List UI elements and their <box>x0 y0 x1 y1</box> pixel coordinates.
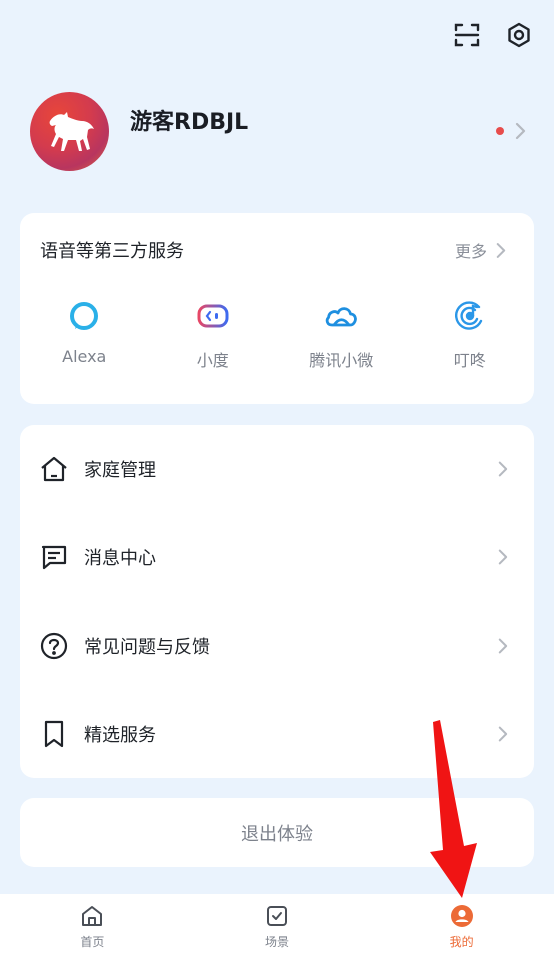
username: 游客RDBJL <box>130 110 249 135</box>
service-item-xiaodu[interactable]: 小度 <box>149 299 278 371</box>
scene-tab-icon <box>264 903 290 929</box>
service-label: 小度 <box>196 351 229 370</box>
service-item-alexa[interactable]: Alexa <box>20 299 149 371</box>
settings-icon[interactable] <box>504 20 534 50</box>
service-label: 叮咚 <box>453 351 486 370</box>
menu-label: 家庭管理 <box>84 460 156 481</box>
dingdong-icon <box>453 299 487 333</box>
chevron-right-icon <box>496 242 506 258</box>
chevron-right-icon <box>515 122 526 140</box>
profile-chevron[interactable] <box>496 122 526 140</box>
services-title: 语音等第三方服务 <box>40 241 184 262</box>
alexa-icon <box>67 299 101 333</box>
profile-tab-icon <box>449 903 475 929</box>
home-tab-icon <box>79 903 105 929</box>
tab-label: 我的 <box>449 935 474 949</box>
top-toolbar <box>452 20 534 50</box>
menu-label: 常见问题与反馈 <box>84 637 210 658</box>
message-icon <box>40 543 68 571</box>
tab-label: 场景 <box>265 935 290 949</box>
chevron-right-icon <box>498 638 508 654</box>
tab-profile[interactable]: 我的 <box>369 894 554 956</box>
logout-button[interactable]: 退出体验 <box>20 798 534 867</box>
tab-label: 首页 <box>80 935 105 949</box>
menu-label: 精选服务 <box>84 725 156 746</box>
menu-item-faq-feedback[interactable]: 常见问题与反馈 <box>20 602 534 690</box>
service-label: Alexa <box>62 347 107 366</box>
tab-home[interactable]: 首页 <box>0 894 185 956</box>
help-icon <box>40 632 68 660</box>
tencent-xiaowei-icon <box>324 299 358 333</box>
scan-icon[interactable] <box>452 20 482 50</box>
logout-label: 退出体验 <box>241 823 313 845</box>
menu-item-family-management[interactable]: 家庭管理 <box>20 425 534 513</box>
chevron-right-icon <box>498 726 508 742</box>
service-label: 腾讯小微 <box>309 351 374 370</box>
bottom-tab-bar: 首页 场景 我的 <box>0 894 554 956</box>
xiaodu-icon <box>196 299 230 333</box>
home-icon <box>40 455 68 483</box>
services-grid: Alexa 小度 腾讯小微 叮咚 <box>20 299 534 371</box>
bookmark-icon <box>40 720 68 748</box>
avatar[interactable] <box>30 92 109 171</box>
third-party-services-card: 语音等第三方服务 更多 Alexa 小度 腾讯小微 叮咚 <box>20 213 534 404</box>
chevron-right-icon <box>498 549 508 565</box>
notification-dot <box>496 127 504 135</box>
menu-card: 家庭管理 消息中心 常见问题与反馈 精选服务 <box>20 425 534 778</box>
more-label: 更多 <box>454 242 487 261</box>
service-item-dingdong[interactable]: 叮咚 <box>406 299 535 371</box>
services-more-link[interactable]: 更多 <box>455 238 506 262</box>
tab-scene[interactable]: 场景 <box>185 894 370 956</box>
menu-label: 消息中心 <box>84 548 156 569</box>
profile-header[interactable]: 游客RDBJL <box>30 92 530 172</box>
chevron-right-icon <box>498 461 508 477</box>
menu-item-featured-services[interactable]: 精选服务 <box>20 690 534 778</box>
service-item-tencent-xiaowei[interactable]: 腾讯小微 <box>277 299 406 371</box>
menu-item-message-center[interactable]: 消息中心 <box>20 513 534 601</box>
